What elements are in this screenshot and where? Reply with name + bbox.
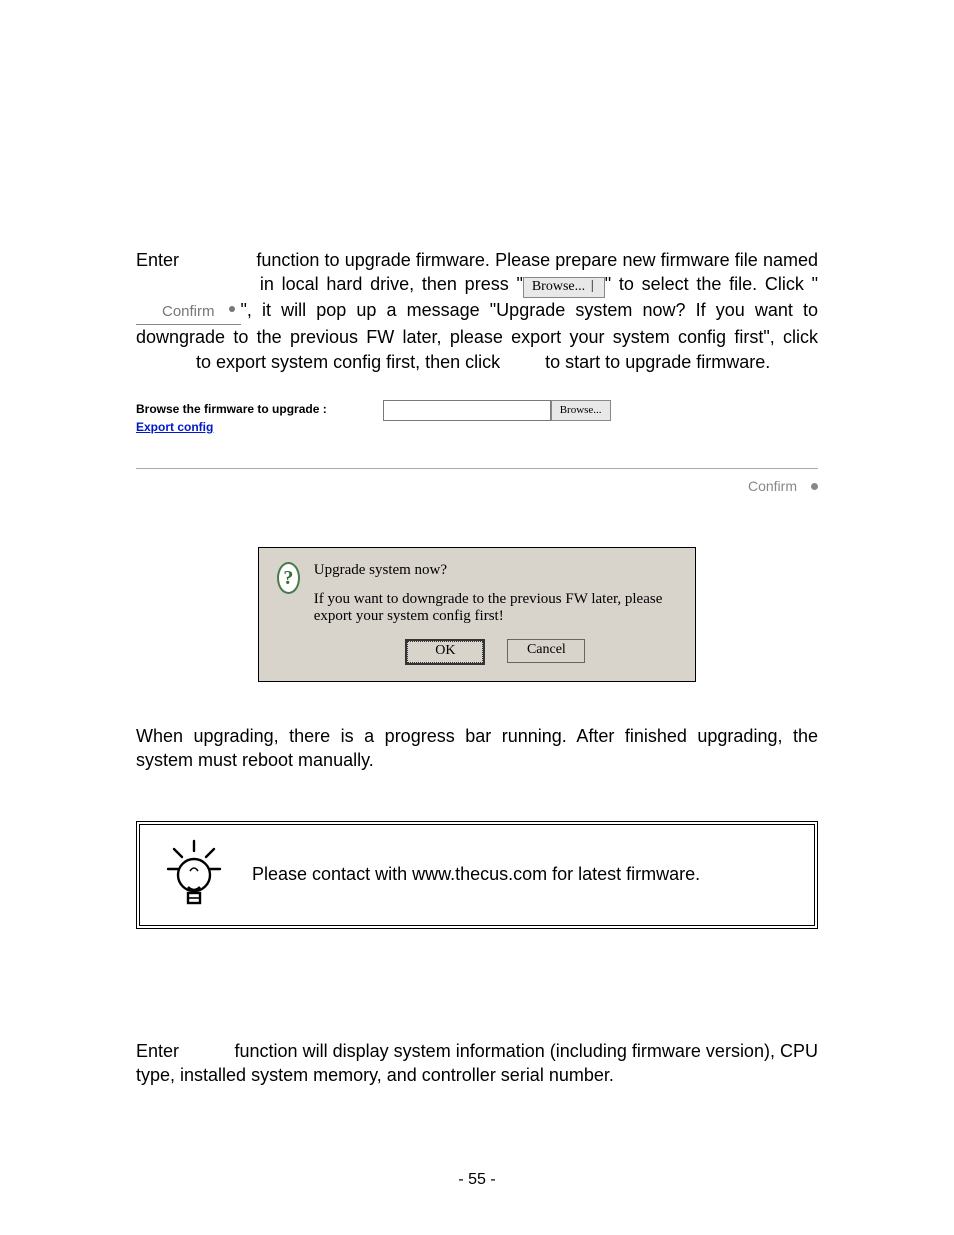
cancel-button[interactable]: Cancel	[507, 639, 585, 663]
tip-text: Please contact with www.thecus.com for l…	[252, 864, 700, 885]
page-number: - 55 -	[0, 1171, 954, 1189]
browse-button-inline: Browse... │	[523, 277, 605, 298]
paragraph-progress: When upgrading, there is a progress bar …	[136, 724, 818, 773]
paragraph-system-info: Enter function will display system infor…	[136, 1039, 818, 1088]
lightbulb-icon	[162, 839, 226, 911]
dot-icon	[811, 483, 818, 490]
upgrade-confirm-dialog: ? Upgrade system now? If you want to dow…	[258, 547, 696, 682]
question-icon: ?	[277, 562, 300, 594]
text: function will display system information…	[136, 1041, 818, 1085]
tip-box: Please contact with www.thecus.com for l…	[136, 821, 818, 929]
text: Enter	[136, 250, 179, 270]
confirm-button-label: Confirm	[748, 478, 797, 494]
text: to export system config first, then clic…	[196, 352, 500, 372]
confirm-button[interactable]: Confirm	[748, 478, 818, 494]
text: function to upgrade firmware. Please pre…	[256, 250, 818, 270]
text: to start to upgrade firmware.	[545, 352, 770, 372]
cursor-caret-icon: │	[589, 281, 596, 292]
text: " to select the file. Click "	[605, 274, 818, 294]
export-config-link[interactable]: Export config	[136, 420, 327, 434]
browse-label: Browse...	[532, 279, 585, 294]
browse-firmware-label: Browse the firmware to upgrade :	[136, 402, 327, 416]
paragraph-upgrade-intro: Enter function to upgrade firmware. Plea…	[136, 248, 818, 374]
document-page: Enter function to upgrade firmware. Plea…	[0, 0, 954, 1235]
ok-button[interactable]: OK	[405, 639, 485, 665]
dot-icon	[229, 306, 235, 312]
firmware-path-input[interactable]	[383, 400, 551, 421]
browse-button[interactable]: Browse...	[551, 400, 611, 421]
upgrade-panel-screenshot: Browse the firmware to upgrade : Export …	[136, 400, 818, 469]
dialog-title: Upgrade system now?	[314, 562, 677, 579]
confirm-label: Confirm	[162, 303, 215, 320]
text: in local hard drive, then press "	[260, 274, 523, 294]
text: Enter	[136, 1041, 179, 1061]
dialog-body-text: If you want to downgrade to the previous…	[314, 591, 677, 625]
confirm-button-inline: Confirm	[136, 302, 241, 325]
